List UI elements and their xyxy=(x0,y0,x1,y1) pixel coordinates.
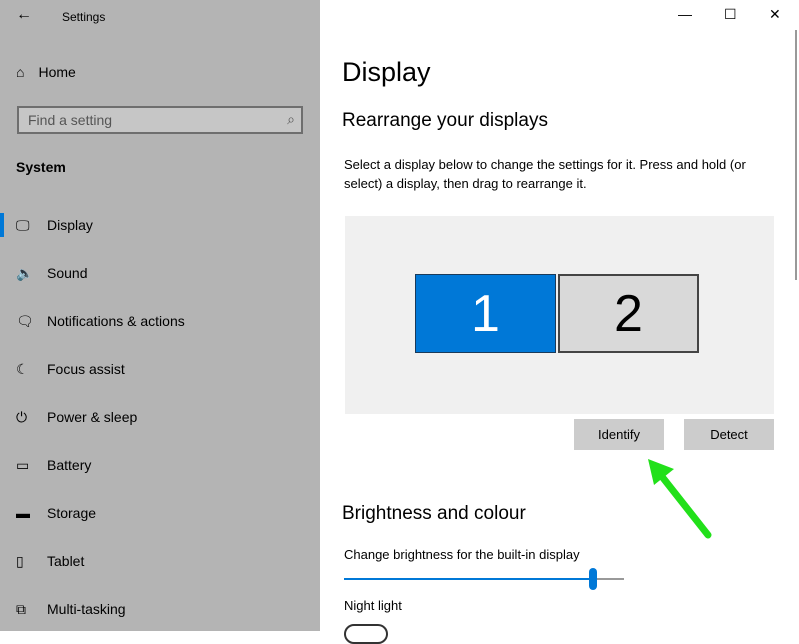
sidebar-item-power-sleep[interactable]: ⏻ Power & sleep xyxy=(0,393,320,441)
rearrange-description: Select a display below to change the set… xyxy=(344,157,746,191)
sidebar-item-notifications-actions[interactable]: 🗨 Notifications & actions xyxy=(0,297,320,345)
display-1[interactable]: 1 xyxy=(415,274,556,353)
nav-label: Display xyxy=(47,217,93,233)
home-label: Home xyxy=(38,64,76,80)
nav-icon: 🗨 xyxy=(16,312,34,329)
sidebar-item-tablet[interactable]: ▯ Tablet xyxy=(0,537,320,585)
detect-button[interactable]: Detect xyxy=(684,419,774,450)
nav-label: Storage xyxy=(47,505,97,521)
search-placeholder: Find a setting xyxy=(28,112,113,128)
brightness-label: Change brightness for the built-in displ… xyxy=(344,547,580,562)
sidebar-item-battery[interactable]: ▭ Battery xyxy=(0,441,320,489)
back-arrow-icon[interactable]: ← xyxy=(16,6,32,24)
maximize-button[interactable]: ☐ xyxy=(724,6,737,23)
display-arrangement-area: 1 2 xyxy=(345,216,774,414)
sidebar-item-display[interactable]: 🖵 Display xyxy=(0,201,320,249)
nav-icon: ⧉ xyxy=(16,600,26,617)
nav-label: Sound xyxy=(47,265,88,281)
nav-icon: ⏻ xyxy=(16,408,28,425)
sidebar-item-sound[interactable]: 🔈 Sound xyxy=(0,249,320,297)
sidebar-item-multi-tasking[interactable]: ⧉ Multi-tasking xyxy=(0,585,320,633)
nav-label: Notifications & actions xyxy=(47,313,185,329)
sidebar-home[interactable]: ⌂ Home xyxy=(16,64,76,80)
close-button[interactable]: ✕ xyxy=(769,6,781,23)
nav-icon: ▭ xyxy=(16,456,30,473)
section-heading: System xyxy=(16,159,66,175)
home-icon: ⌂ xyxy=(16,64,25,80)
rearrange-heading: Rearrange your displays xyxy=(342,110,548,131)
nav-label: Multi-tasking xyxy=(47,601,126,617)
nav-icon: ▬ xyxy=(16,505,30,521)
nav-icon: 🔈 xyxy=(16,264,34,281)
brightness-heading: Brightness and colour xyxy=(342,503,526,524)
sidebar-item-storage[interactable]: ▬ Storage xyxy=(0,489,320,537)
brightness-slider[interactable] xyxy=(344,578,624,580)
nav-label: Power & sleep xyxy=(47,409,138,425)
nav-label: Tablet xyxy=(47,553,85,569)
page-title: Display xyxy=(342,57,431,87)
minimize-button[interactable]: — xyxy=(678,6,692,22)
nav-label: Focus assist xyxy=(47,361,125,377)
slider-thumb[interactable] xyxy=(589,568,598,590)
night-light-toggle[interactable] xyxy=(344,624,388,644)
content-pane: — ☐ ✕ Display Rearrange your displays Se… xyxy=(320,0,799,644)
sidebar: ← Settings ⌂ Home Find a setting ⌕ System … xyxy=(0,0,320,631)
nav-icon: ▯ xyxy=(16,552,24,569)
nav-icon: 🖵 xyxy=(16,216,30,233)
search-input[interactable]: Find a setting ⌕ xyxy=(17,106,303,134)
sidebar-item-focus-assist[interactable]: ☾ Focus assist xyxy=(0,345,320,393)
scrollbar[interactable] xyxy=(795,30,797,280)
slider-fill xyxy=(344,578,594,580)
search-icon: ⌕ xyxy=(287,111,295,127)
nav-label: Battery xyxy=(47,457,92,473)
identify-button[interactable]: Identify xyxy=(574,419,664,450)
app-title: Settings xyxy=(62,10,106,24)
display-2[interactable]: 2 xyxy=(558,274,699,353)
annotation-arrow-icon xyxy=(648,459,712,539)
nav-icon: ☾ xyxy=(16,360,29,377)
night-light-label: Night light xyxy=(344,598,402,613)
